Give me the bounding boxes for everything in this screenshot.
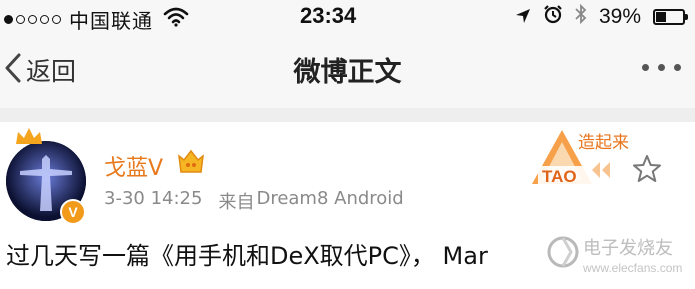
post-meta: 3-30 14:25 来自 Dream8 Android bbox=[104, 188, 404, 214]
carrier-name: 中国联通 bbox=[69, 9, 153, 33]
signal-strength bbox=[4, 15, 61, 24]
verified-badge: V bbox=[60, 199, 86, 225]
alarm-icon bbox=[543, 4, 563, 29]
signal-dot bbox=[4, 15, 13, 24]
signal-dot bbox=[52, 15, 61, 24]
battery-percent: 39% bbox=[598, 4, 641, 28]
more-dot bbox=[674, 64, 681, 71]
wifi-icon bbox=[163, 7, 189, 32]
promo-badge[interactable]: TAO 造起来 bbox=[530, 126, 630, 194]
more-dot bbox=[658, 64, 665, 71]
bluetooth-icon bbox=[575, 3, 587, 29]
watermark-url: www.elecfans.com bbox=[582, 261, 682, 275]
post-text: 过几天写一篇《用手机和DeX取代PC》， Mar bbox=[6, 242, 488, 270]
section-divider bbox=[0, 108, 695, 122]
nav-bar: 返回 微博正文 bbox=[0, 34, 695, 109]
signal-dot bbox=[28, 15, 37, 24]
page-title: 微博正文 bbox=[293, 57, 402, 88]
signal-dot bbox=[40, 15, 49, 24]
source-device[interactable]: Dream8 Android bbox=[256, 188, 403, 214]
watermark: 电子发烧友 www.elecfans.com bbox=[545, 230, 695, 284]
more-dot bbox=[642, 64, 649, 71]
star-icon[interactable] bbox=[632, 154, 662, 188]
source-prefix: 来自 bbox=[218, 192, 255, 213]
battery-level-fill bbox=[656, 11, 666, 22]
more-dots-icon[interactable] bbox=[642, 64, 681, 71]
status-time: 23:34 bbox=[300, 3, 357, 28]
status-right: 39% bbox=[515, 3, 688, 29]
vip-badge-icon bbox=[176, 148, 206, 180]
status-left: 中国联通 bbox=[4, 5, 189, 34]
status-bar: 中国联通 23:34 39% bbox=[0, 0, 695, 34]
promo-badge-text: 造起来 bbox=[578, 133, 629, 153]
promo-logo-text: TAO bbox=[542, 167, 577, 186]
post-source: 来自 Dream8 Android bbox=[218, 188, 403, 214]
crown-icon bbox=[14, 126, 44, 150]
post-timestamp: 3-30 14:25 bbox=[104, 188, 203, 209]
battery-icon bbox=[653, 8, 688, 25]
watermark-text: 电子发烧友 bbox=[583, 238, 673, 259]
signal-dot bbox=[16, 15, 25, 24]
post-username[interactable]: 戈蓝V bbox=[104, 150, 163, 182]
location-arrow-icon bbox=[515, 5, 531, 29]
